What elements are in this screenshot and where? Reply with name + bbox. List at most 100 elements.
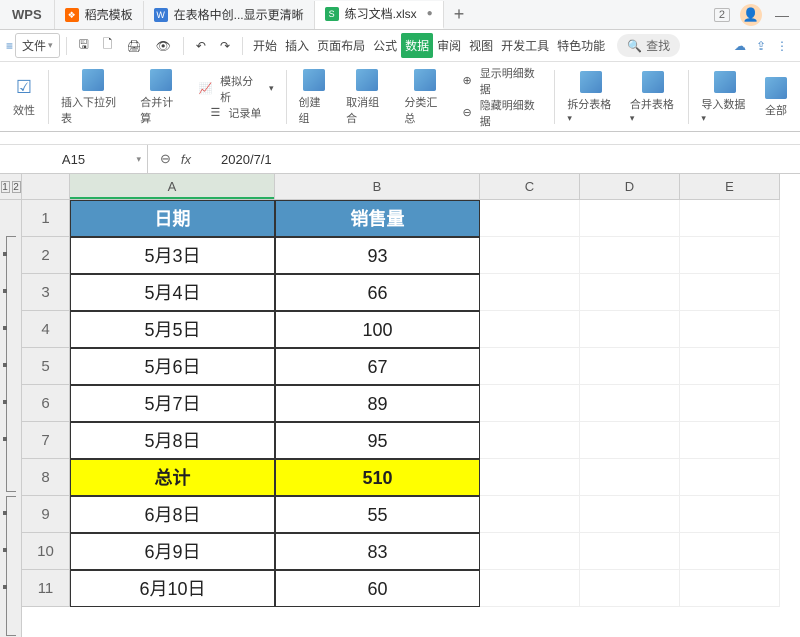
cell-B7[interactable]: 95: [275, 422, 480, 459]
outline-level-2[interactable]: 2: [12, 181, 21, 193]
col-header-c[interactable]: C: [480, 174, 580, 200]
file-menu[interactable]: 文件▾: [15, 33, 60, 58]
cell-B5[interactable]: 67: [275, 348, 480, 385]
cell-E9[interactable]: [680, 496, 780, 533]
cell-D9[interactable]: [580, 496, 680, 533]
cell-C2[interactable]: [480, 237, 580, 274]
cell-A11[interactable]: 6月10日: [70, 570, 275, 607]
more-icon[interactable]: ⋮: [776, 39, 788, 53]
select-all-corner[interactable]: [22, 174, 70, 200]
cell-A4[interactable]: 5月5日: [70, 311, 275, 348]
row-header[interactable]: 9: [22, 496, 70, 533]
cell-E8[interactable]: [680, 459, 780, 496]
cell-C10[interactable]: [480, 533, 580, 570]
cell-B9[interactable]: 55: [275, 496, 480, 533]
cell-B3[interactable]: 66: [275, 274, 480, 311]
cell-C6[interactable]: [480, 385, 580, 422]
cell-D4[interactable]: [580, 311, 680, 348]
minimize-button[interactable]: —: [772, 7, 792, 23]
row-header[interactable]: 1: [22, 200, 70, 237]
print-preview-icon[interactable]: 🗋: [97, 32, 119, 59]
cell-C7[interactable]: [480, 422, 580, 459]
col-header-d[interactable]: D: [580, 174, 680, 200]
search-box[interactable]: 🔍 查找: [617, 34, 680, 57]
ribbon-validity[interactable]: ☑效性: [6, 65, 42, 129]
cell-B4[interactable]: 100: [275, 311, 480, 348]
cell-E4[interactable]: [680, 311, 780, 348]
ribbon-merge-table[interactable]: 合并表格▾: [624, 65, 683, 129]
redo-icon[interactable]: ↷: [214, 36, 236, 56]
preview-icon[interactable]: 👁: [150, 36, 177, 56]
row-header[interactable]: 6: [22, 385, 70, 422]
cell-A10[interactable]: 6月9日: [70, 533, 275, 570]
row-header[interactable]: 11: [22, 570, 70, 607]
cell-C4[interactable]: [480, 311, 580, 348]
fx-icon[interactable]: fx: [181, 152, 191, 167]
tab-menu-icon[interactable]: ●: [427, 8, 433, 19]
cell-D10[interactable]: [580, 533, 680, 570]
ribbon-whatif[interactable]: 📈模拟分析▾: [198, 73, 273, 105]
cell-C1[interactable]: [480, 200, 580, 237]
cell-D2[interactable]: [580, 237, 680, 274]
menu-tab-数据[interactable]: 数据: [401, 33, 433, 58]
cell-E2[interactable]: [680, 237, 780, 274]
ribbon-consolidate[interactable]: 合并计算: [134, 65, 188, 129]
formula-input[interactable]: 2020/7/1: [203, 152, 272, 167]
col-header-e[interactable]: E: [680, 174, 780, 200]
menu-tab-特色功能[interactable]: 特色功能: [553, 33, 609, 58]
outline-level-1[interactable]: 1: [1, 181, 10, 193]
ribbon-ungroup[interactable]: 取消组合: [340, 65, 394, 129]
cell-D6[interactable]: [580, 385, 680, 422]
cell-C3[interactable]: [480, 274, 580, 311]
cell-D1[interactable]: [580, 200, 680, 237]
cell-E10[interactable]: [680, 533, 780, 570]
ribbon-group-create[interactable]: 创建组: [292, 65, 336, 129]
menu-tab-审阅[interactable]: 审阅: [433, 33, 465, 58]
ribbon-import[interactable]: 导入数据▾: [695, 65, 754, 129]
menu-tab-开始[interactable]: 开始: [249, 33, 281, 58]
cell-E6[interactable]: [680, 385, 780, 422]
ribbon-refresh-all[interactable]: 全部: [758, 65, 794, 129]
doc-tab-templates[interactable]: ❖ 稻壳模板: [55, 1, 144, 29]
menu-tab-页面布局[interactable]: 页面布局: [313, 33, 369, 58]
name-box[interactable]: A15: [0, 145, 148, 173]
ribbon-split-table[interactable]: 拆分表格▾: [561, 65, 620, 129]
cell-A1[interactable]: 日期: [70, 200, 275, 237]
add-tab-button[interactable]: +: [444, 4, 475, 25]
row-header[interactable]: 4: [22, 311, 70, 348]
save-icon[interactable]: 🖫: [73, 32, 95, 59]
share-icon[interactable]: ⇪: [756, 39, 766, 53]
grid[interactable]: A B C D E 1日期销售量25月3日9335月4日6645月5日10055…: [22, 174, 800, 637]
cell-C11[interactable]: [480, 570, 580, 607]
cell-C8[interactable]: [480, 459, 580, 496]
row-header[interactable]: 3: [22, 274, 70, 311]
ribbon-dataform[interactable]: ☰记录单: [211, 105, 262, 121]
col-header-b[interactable]: B: [275, 174, 480, 200]
cell-A6[interactable]: 5月7日: [70, 385, 275, 422]
cell-A8[interactable]: 总计: [70, 459, 275, 496]
cell-A5[interactable]: 5月6日: [70, 348, 275, 385]
ribbon-show-detail[interactable]: ⊕显示明细数据: [463, 65, 543, 97]
row-header[interactable]: 5: [22, 348, 70, 385]
cell-E1[interactable]: [680, 200, 780, 237]
cell-E3[interactable]: [680, 274, 780, 311]
col-header-a[interactable]: A: [70, 174, 275, 200]
cell-A7[interactable]: 5月8日: [70, 422, 275, 459]
cell-C9[interactable]: [480, 496, 580, 533]
cell-A3[interactable]: 5月4日: [70, 274, 275, 311]
cell-D11[interactable]: [580, 570, 680, 607]
menu-tab-视图[interactable]: 视图: [465, 33, 497, 58]
print-icon[interactable]: 🖨: [120, 36, 147, 56]
cell-E7[interactable]: [680, 422, 780, 459]
cell-E5[interactable]: [680, 348, 780, 385]
cell-B2[interactable]: 93: [275, 237, 480, 274]
zoom-out-icon[interactable]: ⊖: [160, 151, 171, 167]
app-menu-icon[interactable]: ≡: [6, 39, 13, 53]
cell-D7[interactable]: [580, 422, 680, 459]
cell-E11[interactable]: [680, 570, 780, 607]
window-indicator[interactable]: 2: [714, 8, 730, 22]
row-header[interactable]: 2: [22, 237, 70, 274]
cell-A2[interactable]: 5月3日: [70, 237, 275, 274]
cell-D3[interactable]: [580, 274, 680, 311]
doc-tab-spreadsheet[interactable]: S 练习文档.xlsx ●: [315, 1, 444, 29]
